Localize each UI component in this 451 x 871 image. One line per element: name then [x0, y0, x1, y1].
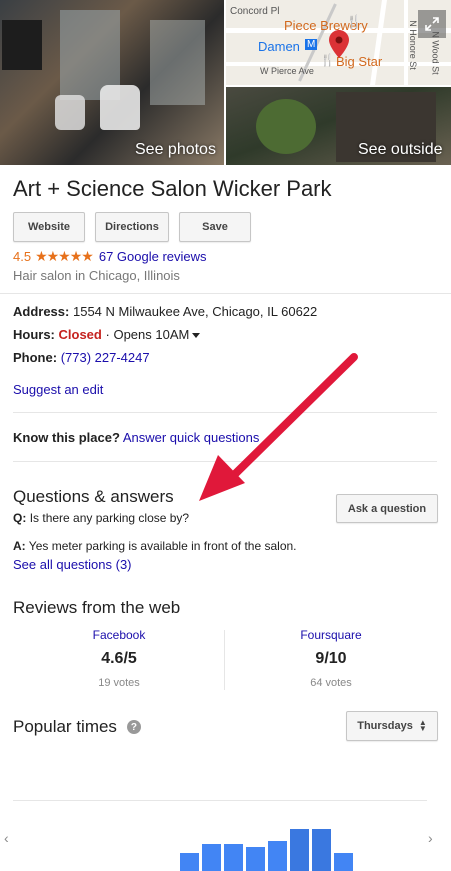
map-label: Damen	[258, 39, 300, 54]
website-button[interactable]: Website	[13, 212, 85, 242]
divider	[0, 293, 451, 294]
save-button[interactable]: Save	[179, 212, 251, 242]
answer-line: A: Yes meter parking is available in fro…	[13, 539, 297, 553]
know-label: Know this place?	[13, 430, 120, 445]
popular-times-bar	[202, 844, 221, 871]
divider	[13, 461, 437, 462]
qa-title: Questions & answers	[13, 487, 174, 506]
hours-row: Hours: Closed · Opens 10AM	[13, 327, 201, 342]
photo-interior[interactable]: See photos	[0, 0, 224, 165]
review-source-votes: 64 votes	[310, 677, 352, 689]
divider	[13, 412, 437, 413]
caret-down-icon[interactable]	[192, 333, 201, 339]
ask-question-button[interactable]: Ask a question	[336, 494, 438, 523]
review-source-facebook[interactable]: Facebook 4.6/5 19 votes	[14, 628, 224, 689]
review-source-name[interactable]: Facebook	[14, 628, 224, 642]
see-outside-label[interactable]: See outside	[358, 141, 443, 159]
day-select-value: Thursdays	[357, 720, 413, 732]
help-icon[interactable]: ?	[126, 720, 141, 734]
hours-next[interactable]: Opens 10AM	[113, 327, 189, 342]
review-source-score: 9/10	[315, 650, 347, 667]
map-pin-icon	[329, 30, 349, 58]
address-row: Address: 1554 N Milwaukee Ave, Chicago, …	[13, 304, 317, 319]
map-label: W Pierce Ave	[260, 66, 314, 76]
metro-icon: M	[305, 39, 318, 50]
suggest-edit-link[interactable]: Suggest an edit	[13, 382, 103, 397]
popular-times-bar	[268, 841, 287, 871]
answer-prefix: A:	[13, 539, 26, 553]
hours-status: Closed	[58, 327, 102, 342]
question-text[interactable]: Is there any parking close by?	[30, 511, 189, 525]
chevron-right-icon[interactable]: ›	[428, 830, 433, 846]
popular-times-bar	[334, 853, 353, 871]
phone-row: Phone: (773) 227-4247	[13, 350, 150, 365]
review-source-score: 4.6/5	[101, 650, 137, 667]
restaurant-icon: 🍴	[346, 14, 363, 29]
rating-value: 4.5	[13, 249, 32, 264]
popular-times-bar	[180, 853, 199, 871]
know-this-place: Know this place? Answer quick questions	[13, 430, 259, 445]
mirror-shape	[150, 20, 205, 105]
map-thumbnail[interactable]: Concord Pl Piece Brewery 🍴 Damen M 🍴 Big…	[226, 0, 451, 85]
chair-shape	[100, 85, 140, 130]
see-all-questions-link[interactable]: See all questions (3)	[13, 557, 132, 572]
phone-label: Phone:	[13, 350, 58, 365]
hours-separator: ·	[105, 327, 110, 342]
updown-icon: ▲ ▼	[418, 718, 427, 733]
address-value[interactable]: 1554 N Milwaukee Ave, Chicago, IL 60622	[73, 304, 317, 319]
map-label: N Honore St	[407, 20, 418, 70]
answer-text: Yes meter parking is available in front …	[28, 539, 297, 553]
business-name: Art + Science Salon Wicker Park	[13, 176, 332, 201]
answer-questions-link[interactable]: Answer quick questions	[123, 430, 260, 445]
question-prefix: Q:	[13, 511, 27, 525]
question-line: Q: Is there any parking close by?	[13, 511, 189, 525]
hours-label: Hours:	[13, 327, 55, 342]
reviews-web-title: Reviews from the web	[13, 598, 181, 617]
directions-button[interactable]: Directions	[95, 212, 169, 242]
business-category: Hair salon in Chicago, Illinois	[13, 268, 180, 283]
window-sign	[2, 20, 42, 70]
photo-outside[interactable]: See outside	[226, 87, 451, 165]
popular-times-title-row: Popular times ?	[13, 717, 141, 737]
tree-shape	[256, 99, 316, 154]
review-source-foursquare[interactable]: Foursquare 9/10 64 votes	[226, 628, 436, 689]
chair-shape	[55, 95, 85, 130]
map-road	[370, 0, 387, 85]
popular-times-bar	[224, 844, 243, 871]
review-source-votes: 19 votes	[98, 677, 140, 689]
popular-times-title: Popular times	[13, 717, 117, 736]
popular-times-bar	[246, 847, 265, 871]
see-photos-label[interactable]: See photos	[135, 141, 216, 159]
day-select[interactable]: Thursdays ▲ ▼	[346, 711, 438, 741]
review-source-name[interactable]: Foursquare	[226, 628, 436, 642]
popular-times-bar	[312, 829, 331, 871]
popular-times-chart	[180, 800, 353, 871]
map-label: Concord Pl	[230, 6, 280, 17]
chevron-left-icon[interactable]: ‹	[4, 830, 9, 846]
google-reviews-link[interactable]: 67 Google reviews	[99, 249, 207, 264]
star-rating-icon: ★★★★★	[35, 248, 94, 264]
phone-link[interactable]: (773) 227-4247	[61, 350, 150, 365]
divider	[224, 630, 225, 690]
address-label: Address:	[13, 304, 70, 319]
popular-times-bar	[290, 829, 309, 871]
expand-icon[interactable]	[418, 10, 446, 38]
rating-row: 4.5 ★★★★★ 67 Google reviews	[13, 248, 207, 265]
